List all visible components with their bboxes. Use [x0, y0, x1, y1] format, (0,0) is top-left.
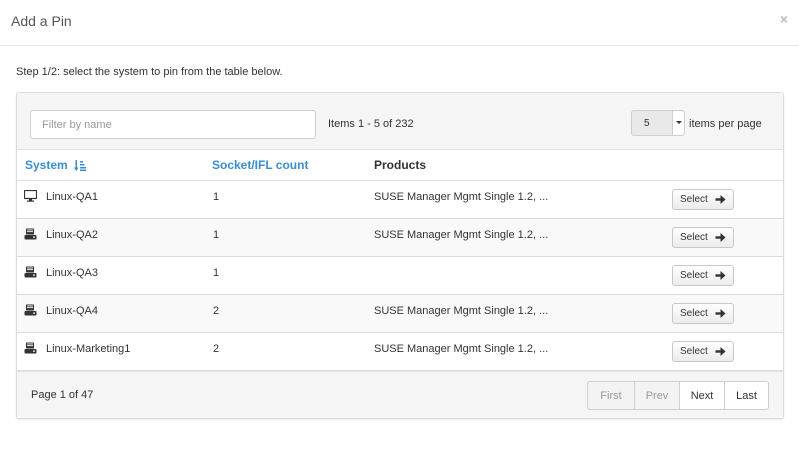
- server-icon: [24, 342, 37, 354]
- select-button[interactable]: Select: [672, 227, 734, 248]
- panel-toolbar: Items 1 - 5 of 232 5 items per page: [17, 93, 783, 150]
- server-icon: [24, 266, 37, 278]
- first-page-button[interactable]: First: [587, 381, 635, 410]
- items-per-page-select[interactable]: 5: [631, 110, 685, 136]
- systems-table: System Socket/IFL count Products Linux-Q…: [17, 150, 783, 371]
- column-header-products: Products: [374, 158, 427, 172]
- select-button-label: Select: [680, 308, 708, 319]
- sort-alpha-asc-icon: [74, 160, 87, 171]
- products-cell: SUSE Manager Mgmt Single 1.2, ...: [374, 229, 549, 241]
- system-name: Linux-Marketing1: [46, 343, 131, 355]
- systems-panel: Items 1 - 5 of 232 5 items per page Syst…: [16, 92, 784, 419]
- column-header-system[interactable]: System: [25, 158, 87, 172]
- items-per-page-label: items per page: [689, 118, 762, 130]
- items-per-page-value: 5: [644, 118, 650, 129]
- products-cell: SUSE Manager Mgmt Single 1.2, ...: [374, 343, 549, 355]
- modal-title: Add a Pin: [11, 13, 72, 29]
- socket-count: 1: [213, 229, 220, 241]
- select-button[interactable]: Select: [672, 189, 734, 210]
- desktop-icon: [24, 190, 37, 202]
- filter-input[interactable]: [30, 110, 316, 139]
- table-row: Linux-QA1 1 SUSE Manager Mgmt Single 1.2, …: [17, 181, 783, 219]
- server-icon: [24, 304, 37, 316]
- select-button[interactable]: Select: [672, 303, 734, 324]
- column-header-socket-count[interactable]: Socket/IFL count: [212, 158, 308, 172]
- products-cell: SUSE Manager Mgmt Single 1.2, ...: [374, 191, 549, 203]
- last-page-button[interactable]: Last: [724, 381, 769, 410]
- arrow-right-icon: [715, 271, 726, 280]
- socket-count: 2: [213, 305, 220, 317]
- server-icon: [24, 228, 37, 240]
- table-row: Linux-QA3 1 Select: [17, 257, 783, 295]
- arrow-right-icon: [715, 195, 726, 204]
- table-row: Linux-Marketing1 2 SUSE Manager Mgmt Singl…: [17, 333, 783, 371]
- select-button[interactable]: Select: [672, 265, 734, 286]
- select-button-label: Select: [680, 194, 708, 205]
- page-info: Page 1 of 47: [31, 389, 94, 401]
- pagination: First Prev Next Last: [587, 381, 769, 410]
- table-row: Linux-QA2 1 SUSE Manager Mgmt Single 1.2, …: [17, 219, 783, 257]
- table-body: Linux-QA1 1 SUSE Manager Mgmt Single 1.2, …: [17, 181, 783, 371]
- system-name: Linux-QA3: [46, 267, 98, 279]
- step-instructions: Step 1/2: select the system to pin from …: [16, 66, 283, 78]
- column-header-label: System: [25, 158, 68, 172]
- socket-count: 1: [213, 267, 220, 279]
- next-page-button[interactable]: Next: [679, 381, 725, 410]
- select-button-label: Select: [680, 270, 708, 281]
- panel-footer: Page 1 of 47 First Prev Next Last: [17, 371, 783, 418]
- select-button[interactable]: Select: [672, 341, 734, 362]
- arrow-right-icon: [715, 347, 726, 356]
- caret-down-icon: [672, 111, 684, 135]
- system-name: Linux-QA4: [46, 305, 98, 317]
- arrow-right-icon: [715, 233, 726, 242]
- socket-count: 2: [213, 343, 220, 355]
- table-row: Linux-QA4 2 SUSE Manager Mgmt Single 1.2, …: [17, 295, 783, 333]
- modal-header: Add a Pin ×: [0, 0, 799, 46]
- socket-count: 1: [213, 191, 220, 203]
- arrow-right-icon: [715, 309, 726, 318]
- items-count: Items 1 - 5 of 232: [328, 118, 414, 130]
- system-name: Linux-QA2: [46, 229, 98, 241]
- prev-page-button[interactable]: Prev: [634, 381, 680, 410]
- close-icon[interactable]: ×: [780, 11, 788, 27]
- select-button-label: Select: [680, 346, 708, 357]
- system-name: Linux-QA1: [46, 191, 98, 203]
- table-header: System Socket/IFL count Products: [17, 150, 783, 181]
- products-cell: SUSE Manager Mgmt Single 1.2, ...: [374, 305, 549, 317]
- select-button-label: Select: [680, 232, 708, 243]
